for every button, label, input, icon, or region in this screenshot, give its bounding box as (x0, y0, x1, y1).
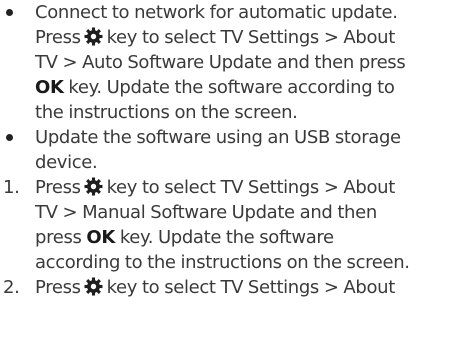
manual-instructions: Connect to network for automatic update.… (0, 0, 462, 300)
text-line: Press key to select TV Settings > About (35, 277, 395, 298)
bullet-icon (6, 134, 13, 141)
gear-icon (84, 277, 103, 296)
list-item: 1. Press key to select TV Settings > Abou… (0, 175, 460, 275)
list-item: Connect to network for automatic update.… (0, 0, 460, 125)
text-line: Connect to network for automatic update. (35, 2, 398, 23)
list-item: 2. Press key to select TV Settings > Abou… (0, 275, 460, 300)
step-number: 1. (3, 177, 20, 198)
text-line: press OK key. Update the software (35, 227, 334, 248)
text-line: according to the instructions on the scr… (35, 252, 410, 273)
ok-key-label: OK (35, 77, 64, 98)
ok-key-label: OK (86, 227, 115, 248)
text-line: Update the software using an USB storage (35, 127, 401, 148)
text-line: TV > Manual Software Update and then (35, 202, 377, 223)
gear-icon (84, 177, 103, 196)
text-line: TV > Auto Software Update and then press (35, 52, 406, 73)
text-line: OK key. Update the software according to (35, 77, 395, 98)
text-line: device. (35, 152, 98, 173)
list-item: Update the software using an USB storage… (0, 125, 460, 175)
step-number: 2. (3, 277, 20, 298)
text-line: Press key to select TV Settings > About (35, 177, 395, 198)
bullet-icon (6, 9, 13, 16)
text-line: Press key to select TV Settings > About (35, 27, 395, 48)
text-line: the instructions on the screen. (35, 102, 298, 123)
gear-icon (84, 27, 103, 46)
